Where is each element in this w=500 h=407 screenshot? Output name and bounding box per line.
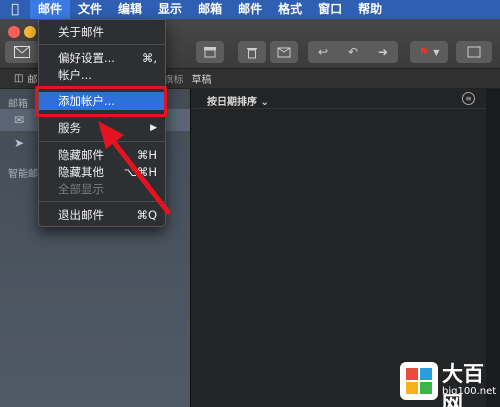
forward-icon[interactable]: ➜: [368, 45, 398, 59]
submenu-arrow-icon: ▶: [150, 123, 157, 133]
close-window-button[interactable]: [8, 26, 20, 38]
hide-others-shortcut: ⌥⌘H: [123, 165, 157, 179]
hide-shortcut: ⌘H: [136, 148, 157, 162]
hide-label: 隐藏邮件: [58, 148, 104, 162]
sidebar-toggle-icon[interactable]: ◫: [14, 73, 23, 84]
menu-mailbox[interactable]: 邮箱: [190, 0, 230, 19]
quit-label: 退出邮件: [58, 208, 104, 222]
watermark-logo: [400, 362, 438, 400]
archive-button[interactable]: [196, 41, 224, 63]
menu-separator: [39, 141, 165, 142]
envelope-icon: [14, 46, 30, 58]
menu-window[interactable]: 窗口: [310, 0, 350, 19]
archive-icon: [204, 47, 216, 58]
reply-forward-group: ↩ ↶ ➜: [308, 41, 398, 63]
flag-icon: ⚑: [418, 45, 430, 59]
accounts-label: 帐户...: [58, 68, 92, 82]
favorite-mailbox[interactable]: 邮: [27, 71, 37, 86]
menu-help[interactable]: 帮助: [350, 0, 390, 19]
menu-item-about[interactable]: 关于邮件: [39, 23, 165, 41]
get-mail-button[interactable]: [5, 41, 39, 63]
preferences-shortcut: ⌘,: [141, 51, 157, 65]
menu-item-hide[interactable]: 隐藏邮件 ⌘H: [39, 146, 165, 164]
junk-button[interactable]: [270, 41, 298, 63]
menu-separator: [39, 44, 165, 45]
menu-item-quit[interactable]: 退出邮件 ⌘Q: [39, 206, 165, 224]
flag-button[interactable]: ⚑ ▼: [410, 41, 448, 63]
chevron-down-icon: ▼: [433, 47, 440, 57]
sort-by-date-button[interactable]: 按日期排序 ⌄: [207, 93, 269, 108]
watermark-text: 大百网: [442, 361, 484, 407]
menu-edit[interactable]: 编辑: [110, 0, 150, 19]
highlight-box: [35, 86, 167, 117]
quit-shortcut: ⌘Q: [136, 208, 157, 222]
services-label: 服务: [58, 121, 81, 135]
trash-icon: [247, 47, 257, 58]
show-all-label: 全部显示: [58, 182, 104, 196]
toolbar-extra-icon: [467, 46, 481, 58]
menu-item-preferences[interactable]: 偏好设置... ⌘,: [39, 49, 165, 67]
watermark: 大百网 big100.net: [398, 356, 500, 407]
menu-item-accounts[interactable]: 帐户...: [39, 66, 165, 84]
minimize-window-button[interactable]: [24, 26, 36, 38]
smart-mailboxes-heading: 智能邮: [8, 169, 38, 180]
mail-menu-dropdown: 关于邮件 偏好设置... ⌘, 帐户... 添加帐户... 服务 ▶ 隐藏邮件 …: [38, 19, 166, 227]
filter-icon[interactable]: ≡: [462, 92, 475, 105]
menu-item-show-all: 全部显示: [39, 180, 165, 198]
menu-item-hide-others[interactable]: 隐藏其他 ⌥⌘H: [39, 163, 165, 181]
favorite-drafts[interactable]: 草稿: [191, 71, 211, 86]
inbox-icon: ✉: [14, 113, 25, 127]
mailboxes-heading: 邮箱: [8, 99, 28, 110]
reply-icon[interactable]: ↩: [308, 45, 338, 59]
menu-file[interactable]: 文件: [70, 0, 110, 19]
menu-format[interactable]: 格式: [270, 0, 310, 19]
preferences-label: 偏好设置...: [58, 51, 115, 65]
watermark-url: big100.net: [442, 386, 497, 397]
reply-all-icon[interactable]: ↶: [338, 45, 368, 59]
list-header: 按日期排序 ⌄ ≡: [191, 89, 487, 109]
paper-plane-icon: ➤: [14, 136, 25, 150]
apple-icon[interactable]: : [0, 2, 30, 17]
menu-item-services[interactable]: 服务 ▶: [39, 119, 165, 137]
delete-button[interactable]: [238, 41, 266, 63]
about-label: 关于邮件: [58, 25, 104, 39]
junk-icon: [277, 47, 291, 58]
menu-mail[interactable]: 邮件: [30, 0, 71, 19]
menu-bar:  邮件 文件 编辑 显示 邮箱 邮件 格式 窗口 帮助: [0, 0, 500, 19]
menu-message[interactable]: 邮件: [230, 0, 270, 19]
more-toolbar-button[interactable]: [456, 41, 492, 63]
menu-separator: [39, 201, 165, 202]
menu-view[interactable]: 显示: [150, 0, 190, 19]
hide-others-label: 隐藏其他: [58, 165, 104, 179]
